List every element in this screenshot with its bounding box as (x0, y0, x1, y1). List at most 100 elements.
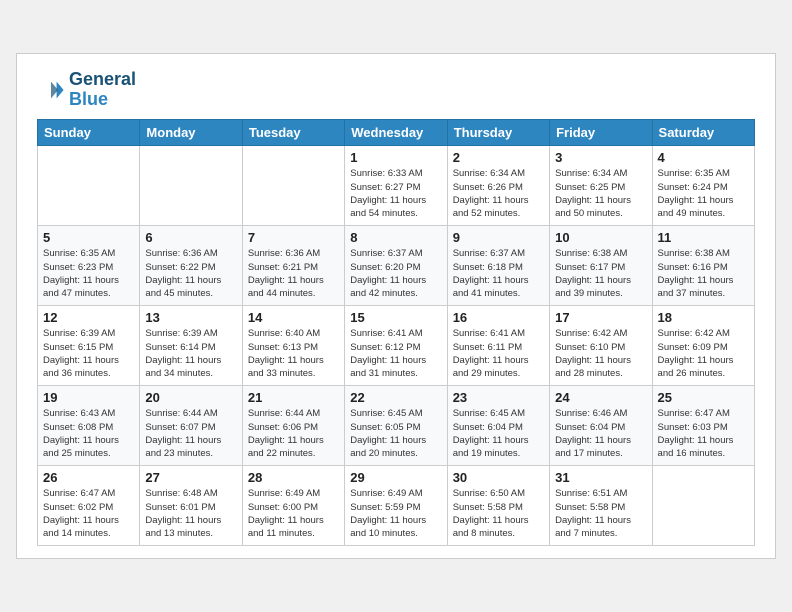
day-info: Sunrise: 6:48 AM Sunset: 6:01 PM Dayligh… (145, 487, 236, 540)
day-cell: 19 Sunrise: 6:43 AM Sunset: 6:08 PM Dayli… (38, 386, 140, 466)
day-number: 9 (453, 230, 544, 245)
weekday-tuesday: Tuesday (242, 120, 344, 146)
day-number: 27 (145, 470, 236, 485)
day-info: Sunrise: 6:49 AM Sunset: 6:00 PM Dayligh… (248, 487, 339, 540)
day-cell: 26 Sunrise: 6:47 AM Sunset: 6:02 PM Dayli… (38, 466, 140, 546)
day-info: Sunrise: 6:36 AM Sunset: 6:21 PM Dayligh… (248, 247, 339, 300)
day-cell: 6 Sunrise: 6:36 AM Sunset: 6:22 PM Daylig… (140, 226, 242, 306)
day-cell: 12 Sunrise: 6:39 AM Sunset: 6:15 PM Dayli… (38, 306, 140, 386)
day-cell: 5 Sunrise: 6:35 AM Sunset: 6:23 PM Daylig… (38, 226, 140, 306)
day-info: Sunrise: 6:45 AM Sunset: 6:05 PM Dayligh… (350, 407, 441, 460)
day-cell: 29 Sunrise: 6:49 AM Sunset: 5:59 PM Dayli… (345, 466, 447, 546)
day-info: Sunrise: 6:33 AM Sunset: 6:27 PM Dayligh… (350, 167, 441, 220)
day-number: 1 (350, 150, 441, 165)
day-cell: 13 Sunrise: 6:39 AM Sunset: 6:14 PM Dayli… (140, 306, 242, 386)
day-cell: 24 Sunrise: 6:46 AM Sunset: 6:04 PM Dayli… (550, 386, 652, 466)
day-cell (652, 466, 754, 546)
day-info: Sunrise: 6:41 AM Sunset: 6:12 PM Dayligh… (350, 327, 441, 380)
day-info: Sunrise: 6:35 AM Sunset: 6:24 PM Dayligh… (658, 167, 749, 220)
day-info: Sunrise: 6:39 AM Sunset: 6:15 PM Dayligh… (43, 327, 134, 380)
day-number: 24 (555, 390, 646, 405)
day-number: 20 (145, 390, 236, 405)
week-row-3: 12 Sunrise: 6:39 AM Sunset: 6:15 PM Dayli… (38, 306, 755, 386)
day-info: Sunrise: 6:46 AM Sunset: 6:04 PM Dayligh… (555, 407, 646, 460)
day-number: 11 (658, 230, 749, 245)
day-info: Sunrise: 6:34 AM Sunset: 6:26 PM Dayligh… (453, 167, 544, 220)
day-cell: 2 Sunrise: 6:34 AM Sunset: 6:26 PM Daylig… (447, 146, 549, 226)
day-number: 12 (43, 310, 134, 325)
day-cell: 3 Sunrise: 6:34 AM Sunset: 6:25 PM Daylig… (550, 146, 652, 226)
day-cell: 17Sunrise: 6:42 AM Sunset: 6:10 PM Dayli… (550, 306, 652, 386)
day-number: 15 (350, 310, 441, 325)
day-cell: 15 Sunrise: 6:41 AM Sunset: 6:12 PM Dayli… (345, 306, 447, 386)
day-number: 19 (43, 390, 134, 405)
day-info: Sunrise: 6:47 AM Sunset: 6:02 PM Dayligh… (43, 487, 134, 540)
day-info: Sunrise: 6:38 AM Sunset: 6:17 PM Dayligh… (555, 247, 646, 300)
day-info: Sunrise: 6:34 AM Sunset: 6:25 PM Dayligh… (555, 167, 646, 220)
day-number: 4 (658, 150, 749, 165)
day-cell: 1 Sunrise: 6:33 AM Sunset: 6:27 PM Daylig… (345, 146, 447, 226)
day-number: 14 (248, 310, 339, 325)
day-number: 13 (145, 310, 236, 325)
calendar-header: General Blue (37, 70, 755, 110)
day-cell: 10 Sunrise: 6:38 AM Sunset: 6:17 PM Dayli… (550, 226, 652, 306)
day-info: Sunrise: 6:39 AM Sunset: 6:14 PM Dayligh… (145, 327, 236, 380)
day-info: Sunrise: 6:35 AM Sunset: 6:23 PM Dayligh… (43, 247, 134, 300)
day-number: 30 (453, 470, 544, 485)
day-cell: 16Sunrise: 6:41 AM Sunset: 6:11 PM Dayli… (447, 306, 549, 386)
weekday-sunday: Sunday (38, 120, 140, 146)
day-info: Sunrise: 6:36 AM Sunset: 6:22 PM Dayligh… (145, 247, 236, 300)
day-number: 26 (43, 470, 134, 485)
day-cell (140, 146, 242, 226)
logo-text: General Blue (69, 70, 136, 110)
logo: General Blue (37, 70, 136, 110)
day-info: Sunrise: 6:37 AM Sunset: 6:18 PM Dayligh… (453, 247, 544, 300)
day-cell: 22 Sunrise: 6:45 AM Sunset: 6:05 PM Dayli… (345, 386, 447, 466)
day-info: Sunrise: 6:44 AM Sunset: 6:06 PM Dayligh… (248, 407, 339, 460)
day-cell: 21 Sunrise: 6:44 AM Sunset: 6:06 PM Dayli… (242, 386, 344, 466)
day-info: Sunrise: 6:44 AM Sunset: 6:07 PM Dayligh… (145, 407, 236, 460)
day-cell: 30Sunrise: 6:50 AM Sunset: 5:58 PM Dayli… (447, 466, 549, 546)
weekday-monday: Monday (140, 120, 242, 146)
day-number: 29 (350, 470, 441, 485)
day-number: 5 (43, 230, 134, 245)
day-number: 17 (555, 310, 646, 325)
day-cell (242, 146, 344, 226)
day-number: 18 (658, 310, 749, 325)
week-row-2: 5 Sunrise: 6:35 AM Sunset: 6:23 PM Daylig… (38, 226, 755, 306)
weekday-friday: Friday (550, 120, 652, 146)
day-info: Sunrise: 6:38 AM Sunset: 6:16 PM Dayligh… (658, 247, 749, 300)
day-number: 21 (248, 390, 339, 405)
day-cell: 20 Sunrise: 6:44 AM Sunset: 6:07 PM Dayli… (140, 386, 242, 466)
day-number: 22 (350, 390, 441, 405)
week-row-4: 19 Sunrise: 6:43 AM Sunset: 6:08 PM Dayli… (38, 386, 755, 466)
weekday-wednesday: Wednesday (345, 120, 447, 146)
day-cell: 25Sunrise: 6:47 AM Sunset: 6:03 PM Dayli… (652, 386, 754, 466)
day-number: 31 (555, 470, 646, 485)
logo-icon (37, 76, 65, 104)
day-number: 3 (555, 150, 646, 165)
week-row-1: 1 Sunrise: 6:33 AM Sunset: 6:27 PM Daylig… (38, 146, 755, 226)
day-number: 7 (248, 230, 339, 245)
day-info: Sunrise: 6:43 AM Sunset: 6:08 PM Dayligh… (43, 407, 134, 460)
day-info: Sunrise: 6:37 AM Sunset: 6:20 PM Dayligh… (350, 247, 441, 300)
weekday-thursday: Thursday (447, 120, 549, 146)
day-cell: 8Sunrise: 6:37 AM Sunset: 6:20 PM Daylig… (345, 226, 447, 306)
day-info: Sunrise: 6:40 AM Sunset: 6:13 PM Dayligh… (248, 327, 339, 380)
day-cell: 27 Sunrise: 6:48 AM Sunset: 6:01 PM Dayli… (140, 466, 242, 546)
day-info: Sunrise: 6:42 AM Sunset: 6:09 PM Dayligh… (658, 327, 749, 380)
day-number: 16 (453, 310, 544, 325)
day-number: 2 (453, 150, 544, 165)
day-info: Sunrise: 6:51 AM Sunset: 5:58 PM Dayligh… (555, 487, 646, 540)
calendar-container: General Blue SundayMondayTuesdayWednesda… (16, 53, 776, 560)
day-cell: 31 Sunrise: 6:51 AM Sunset: 5:58 PM Dayli… (550, 466, 652, 546)
day-cell: 18 Sunrise: 6:42 AM Sunset: 6:09 PM Dayli… (652, 306, 754, 386)
day-number: 10 (555, 230, 646, 245)
weekday-header-row: SundayMondayTuesdayWednesdayThursdayFrid… (38, 120, 755, 146)
day-info: Sunrise: 6:49 AM Sunset: 5:59 PM Dayligh… (350, 487, 441, 540)
day-cell: 9 Sunrise: 6:37 AM Sunset: 6:18 PM Daylig… (447, 226, 549, 306)
day-number: 6 (145, 230, 236, 245)
weekday-saturday: Saturday (652, 120, 754, 146)
day-cell: 11 Sunrise: 6:38 AM Sunset: 6:16 PM Dayli… (652, 226, 754, 306)
day-cell: 23Sunrise: 6:45 AM Sunset: 6:04 PM Dayli… (447, 386, 549, 466)
